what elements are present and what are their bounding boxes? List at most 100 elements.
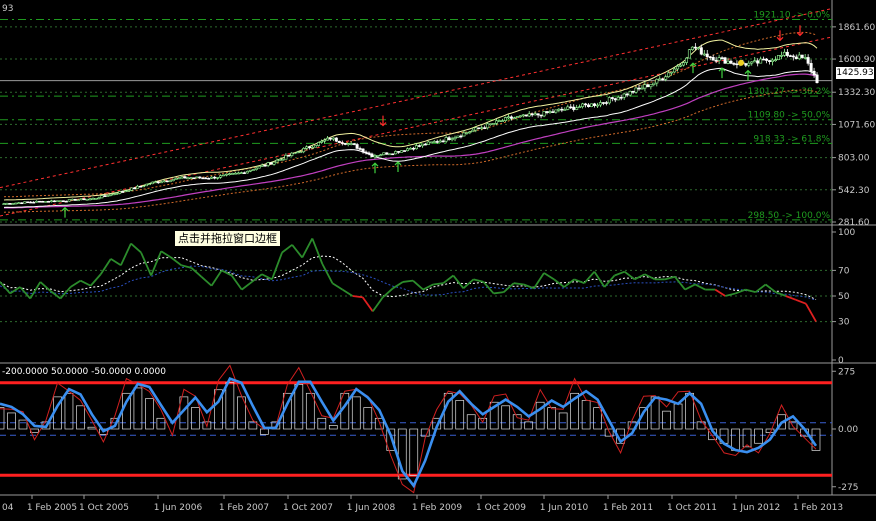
cci-histogram-bar <box>156 417 166 430</box>
candle-body <box>278 159 282 161</box>
candle-body <box>797 54 801 60</box>
candle <box>204 177 208 180</box>
candle-body <box>272 161 276 165</box>
candle-body <box>82 198 86 201</box>
candle-body <box>192 177 196 180</box>
candle <box>26 201 30 204</box>
candle <box>566 104 570 111</box>
candle <box>269 162 273 165</box>
candle <box>604 100 608 106</box>
candle <box>444 135 448 144</box>
candle <box>186 176 190 180</box>
osc-y-tick-label: 70 <box>838 266 850 276</box>
candle <box>776 55 780 61</box>
candle-body <box>41 201 45 203</box>
candle-body <box>456 135 460 138</box>
candle-body <box>489 123 493 126</box>
candle <box>91 197 95 200</box>
candle <box>459 134 463 139</box>
candle-body <box>673 68 677 73</box>
candle-body <box>702 53 706 56</box>
candle-body <box>263 164 267 167</box>
candle-body <box>14 202 18 205</box>
candle <box>687 49 691 59</box>
candle-body <box>379 154 383 157</box>
candle <box>70 198 74 201</box>
candle-body <box>207 177 211 180</box>
cci-indicator-title: -200.0000 50.0000 -50.0000 0.0000 <box>2 367 166 377</box>
chart-window[interactable]: 1861.60 1600.90 1332.30 1071.60 803.00 542.30… <box>0 0 876 521</box>
fractal-up-arrow <box>61 206 69 218</box>
osc-segment <box>160 250 172 259</box>
corner-label-top: 93 <box>2 4 13 14</box>
candle <box>61 200 65 203</box>
osc-y-tick-label: 50 <box>838 292 850 302</box>
candle <box>747 60 751 68</box>
candle-body <box>94 198 98 200</box>
candle <box>225 173 229 177</box>
osc-segment <box>462 278 475 289</box>
candle-body <box>426 141 430 145</box>
candle-body <box>551 111 555 113</box>
chart-canvas[interactable]: 1861.60 1600.90 1332.30 1071.60 803.00 542.30… <box>0 0 876 521</box>
candle-body <box>560 108 564 111</box>
candle <box>222 174 226 177</box>
candle-body <box>598 102 602 106</box>
trend-channel-upper <box>0 8 833 189</box>
candle <box>462 130 466 137</box>
candle <box>400 150 404 153</box>
candle-body <box>385 152 389 155</box>
candle <box>79 198 83 201</box>
fractal-down-arrow <box>379 115 387 127</box>
candle <box>492 122 496 125</box>
candle-body <box>613 98 617 101</box>
candle <box>233 171 237 175</box>
candle-body <box>622 93 626 98</box>
osc-segment <box>755 283 767 293</box>
candle-body <box>319 140 323 143</box>
candle <box>521 114 525 118</box>
candle <box>331 137 335 142</box>
candle-body <box>2 203 6 205</box>
candle-body <box>198 176 202 179</box>
candle-body <box>138 185 142 188</box>
cci-histogram-bar <box>455 400 465 430</box>
candle-body <box>575 107 579 110</box>
candle <box>797 51 801 61</box>
candle-body <box>687 49 691 59</box>
candle-body <box>459 135 463 138</box>
candle <box>82 198 86 201</box>
osc-segment <box>433 282 444 286</box>
candle-body <box>732 63 736 65</box>
candle-body <box>628 91 632 96</box>
candle <box>717 54 721 65</box>
osc-segment <box>210 269 223 287</box>
candle <box>334 137 338 143</box>
candle-body <box>165 180 169 183</box>
candle <box>735 60 739 69</box>
candle <box>658 76 662 81</box>
candle <box>762 56 766 61</box>
candle-body <box>349 143 353 145</box>
candle <box>189 177 193 180</box>
candle <box>581 102 585 109</box>
candle-body <box>394 151 398 155</box>
cci-histogram-bar <box>466 414 476 430</box>
candle <box>453 135 457 142</box>
candle <box>640 84 644 90</box>
osc-segment <box>352 295 363 299</box>
candle <box>426 140 430 145</box>
candle <box>337 140 341 144</box>
candle-body <box>388 153 392 156</box>
candle-body <box>73 198 77 201</box>
candle <box>432 139 436 143</box>
candle-body <box>566 106 570 110</box>
candle <box>587 103 591 108</box>
candle-body <box>554 109 558 113</box>
candle-body <box>729 60 733 64</box>
candle <box>420 143 424 148</box>
candle <box>308 146 312 150</box>
candle-body <box>584 103 588 106</box>
candle-body <box>735 63 739 66</box>
osc-segment <box>59 286 72 300</box>
